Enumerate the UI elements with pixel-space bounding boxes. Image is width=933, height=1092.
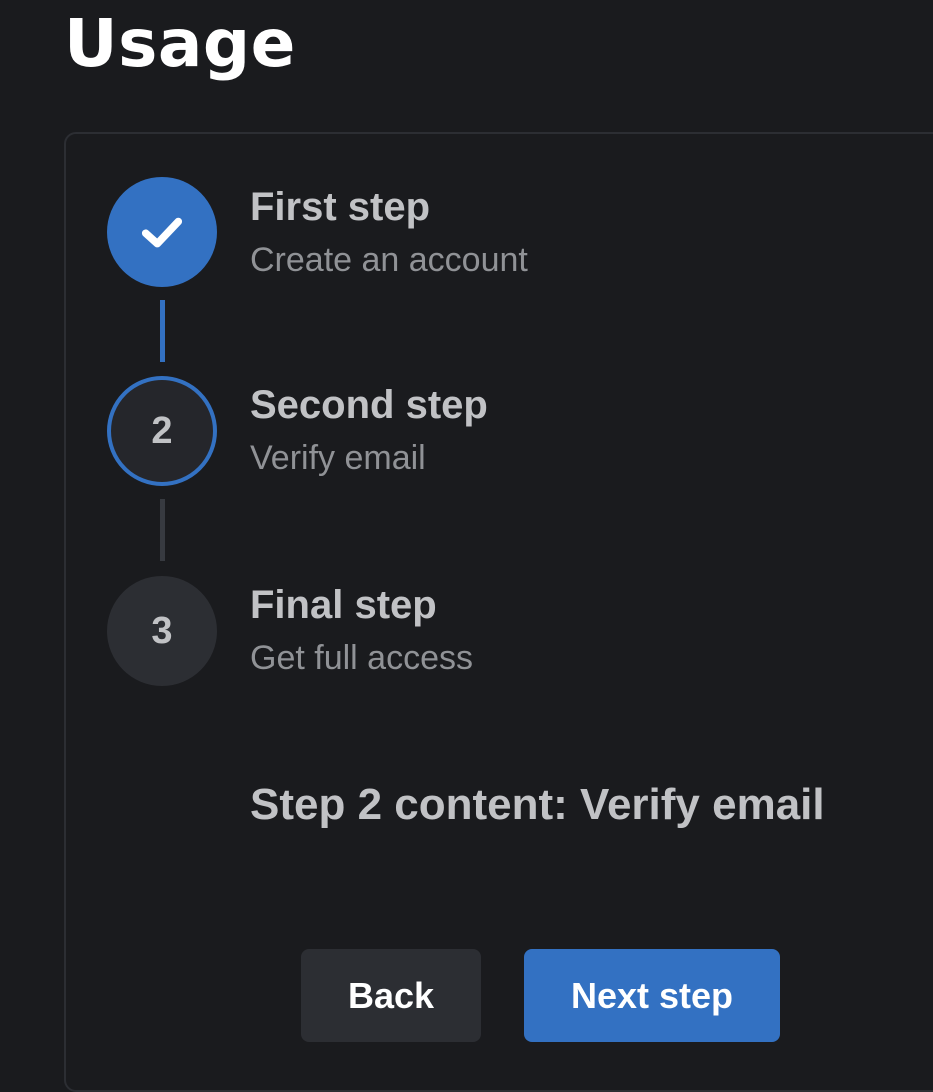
step-3-label: Final step [250, 583, 437, 627]
step-2-description: Verify email [250, 439, 426, 477]
step-1-icon[interactable] [107, 177, 217, 287]
step-1-description: Create an account [250, 241, 528, 279]
check-icon [141, 217, 183, 248]
step-connector-1 [160, 300, 165, 362]
step-3-number: 3 [151, 609, 173, 652]
step-1-label: First step [250, 185, 431, 229]
step-3-description: Get full access [250, 639, 473, 677]
step-content: Step 2 content: Verify email [250, 780, 825, 829]
step-connector-2 [160, 499, 165, 561]
step-3-icon[interactable]: 3 [107, 576, 217, 686]
back-button[interactable]: Back [301, 949, 481, 1042]
page-title: Usage [64, 5, 296, 82]
step-2-label: Second step [250, 383, 488, 427]
step-2-number: 2 [151, 409, 173, 452]
step-2-icon[interactable]: 2 [107, 376, 217, 486]
next-step-button[interactable]: Next step [524, 949, 780, 1042]
